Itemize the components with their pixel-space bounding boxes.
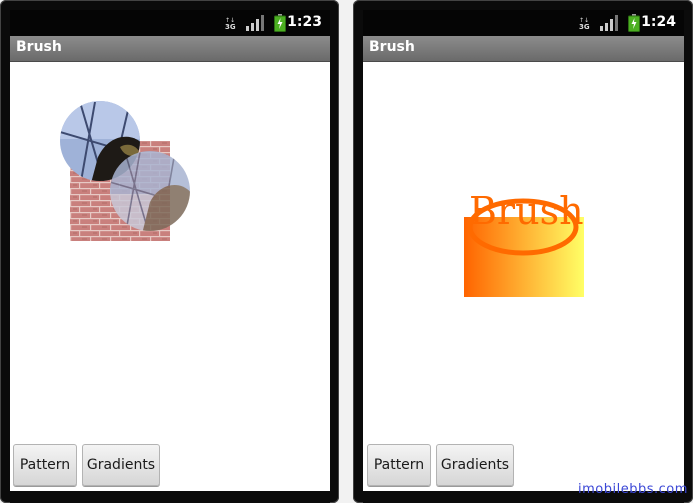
status-clock: 1:23 bbox=[287, 14, 322, 30]
drawing-canvas: Brush Pattern Gradients bbox=[363, 62, 684, 491]
signal-icon bbox=[246, 15, 264, 31]
svg-text:3G: 3G bbox=[579, 23, 590, 30]
drawing-canvas: Pattern Gradients bbox=[10, 62, 330, 491]
app-title-bar: Brush bbox=[10, 36, 330, 62]
phone-screen-pattern: ↑↓ 3G 1:23 Brush Pattern Gradients bbox=[0, 0, 339, 503]
status-bar: ↑↓ 3G 1:24 bbox=[363, 10, 684, 36]
pattern-button[interactable]: Pattern bbox=[367, 444, 431, 486]
gradients-button[interactable]: Gradients bbox=[82, 444, 160, 486]
3g-icon: ↑↓ 3G bbox=[579, 17, 590, 30]
phone-screen-gradients: ↑↓ 3G 1:24 Brush Brush Pattern Gradients bbox=[353, 0, 693, 503]
status-bar: ↑↓ 3G 1:23 bbox=[10, 10, 330, 36]
status-clock: 1:24 bbox=[641, 14, 676, 30]
pattern-button[interactable]: Pattern bbox=[13, 444, 77, 486]
battery-icon bbox=[274, 14, 286, 32]
app-title-bar: Brush bbox=[363, 36, 684, 62]
app-title: Brush bbox=[16, 39, 62, 55]
brush-canvas-text: Brush bbox=[469, 189, 584, 233]
bottom-bezel bbox=[10, 491, 330, 503]
signal-icon bbox=[600, 15, 618, 31]
3g-icon: ↑↓ 3G bbox=[225, 17, 236, 30]
battery-icon bbox=[628, 14, 640, 32]
watermark-text: imobilebbs.com bbox=[578, 482, 688, 497]
gradient-drawing: Brush bbox=[464, 189, 584, 297]
gradients-button[interactable]: Gradients bbox=[436, 444, 514, 486]
svg-text:3G: 3G bbox=[225, 23, 236, 30]
app-title: Brush bbox=[369, 39, 415, 55]
pattern-drawing bbox=[60, 101, 190, 241]
